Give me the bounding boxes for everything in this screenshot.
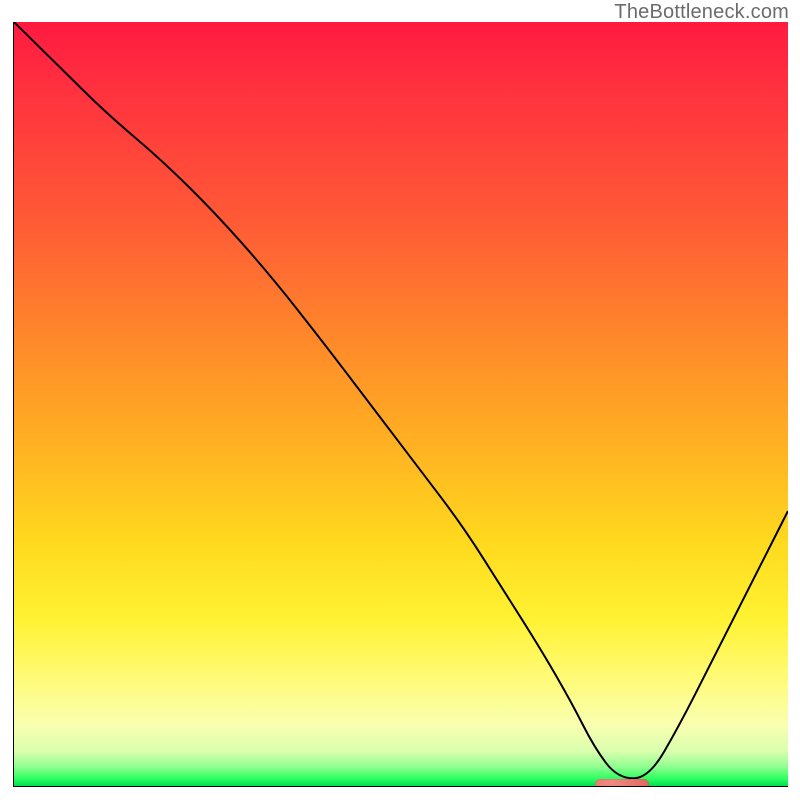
curve-layer bbox=[14, 22, 788, 786]
bottleneck-curve-path bbox=[14, 22, 788, 778]
bottleneck-chart bbox=[13, 22, 788, 787]
optimal-range-marker bbox=[595, 779, 649, 787]
watermark-text: TheBottleneck.com bbox=[614, 1, 789, 24]
